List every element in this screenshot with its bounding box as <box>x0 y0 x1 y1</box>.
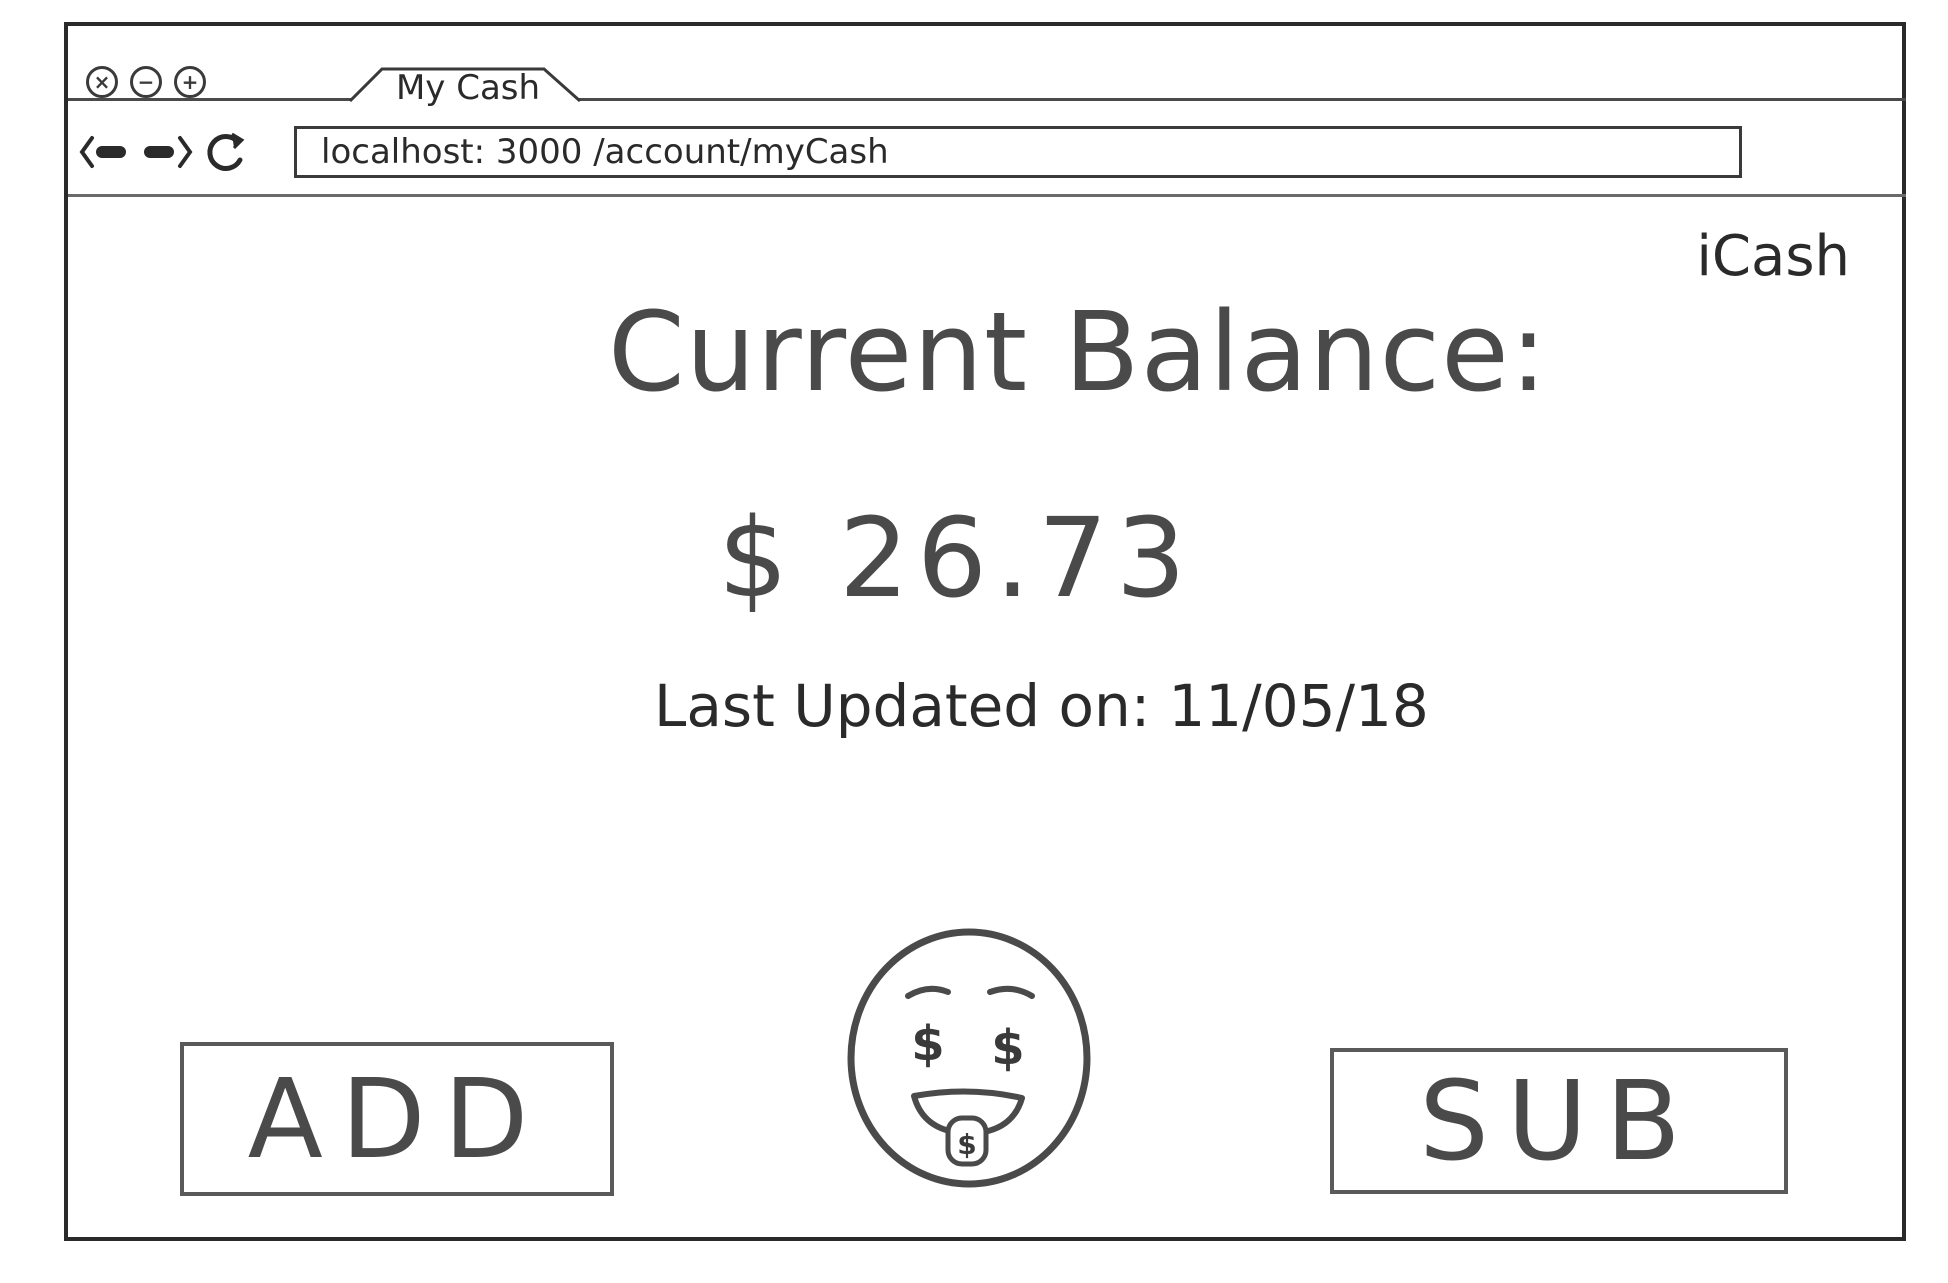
tab-strip-line <box>68 98 1906 101</box>
url-text: localhost: 3000 /account/myCash <box>321 132 889 172</box>
close-window-button[interactable]: × <box>86 66 118 98</box>
add-button[interactable]: ADD <box>180 1042 614 1196</box>
close-icon: × <box>93 70 111 94</box>
sub-button[interactable]: SUB <box>1330 1048 1788 1194</box>
back-arrow-icon[interactable] <box>78 132 132 172</box>
minimize-icon: − <box>137 70 155 94</box>
left-eye-dollar: $ <box>911 1016 944 1072</box>
currency-symbol: $ <box>718 494 796 622</box>
maximize-window-button[interactable]: + <box>174 66 206 98</box>
forward-arrow-icon[interactable] <box>140 132 194 172</box>
tab-my-cash[interactable]: My Cash <box>348 66 588 108</box>
sub-button-label: SUB <box>1419 1057 1699 1185</box>
minimize-window-button[interactable]: − <box>130 66 162 98</box>
toolbar-divider <box>68 194 1906 197</box>
money-face-icon: $ $ $ <box>847 928 1091 1188</box>
browser-window: × − + My Cash localhost: 3000 /account/m… <box>64 22 1906 1241</box>
reload-icon[interactable] <box>202 128 250 176</box>
tab-title: My Cash <box>395 68 541 108</box>
balance-heading: Current Balance: <box>608 288 1548 416</box>
window-controls: × − + <box>86 66 206 98</box>
right-eye-dollar: $ <box>991 1020 1024 1076</box>
brand-logo[interactable]: iCash <box>1696 224 1850 289</box>
last-updated: Last Updated on: 11/05/18 <box>654 672 1429 740</box>
balance-amount: $ 26.73 <box>718 494 1194 622</box>
maximize-icon: + <box>181 70 199 94</box>
address-bar[interactable]: localhost: 3000 /account/myCash <box>294 126 1742 178</box>
tongue-dollar: $ <box>957 1128 976 1161</box>
last-updated-date: 11/05/18 <box>1168 672 1429 740</box>
navigation-bar <box>78 124 250 180</box>
add-button-label: ADD <box>247 1055 547 1183</box>
balance-value: 26.73 <box>838 494 1194 622</box>
last-updated-label: Last Updated on: <box>654 672 1151 740</box>
